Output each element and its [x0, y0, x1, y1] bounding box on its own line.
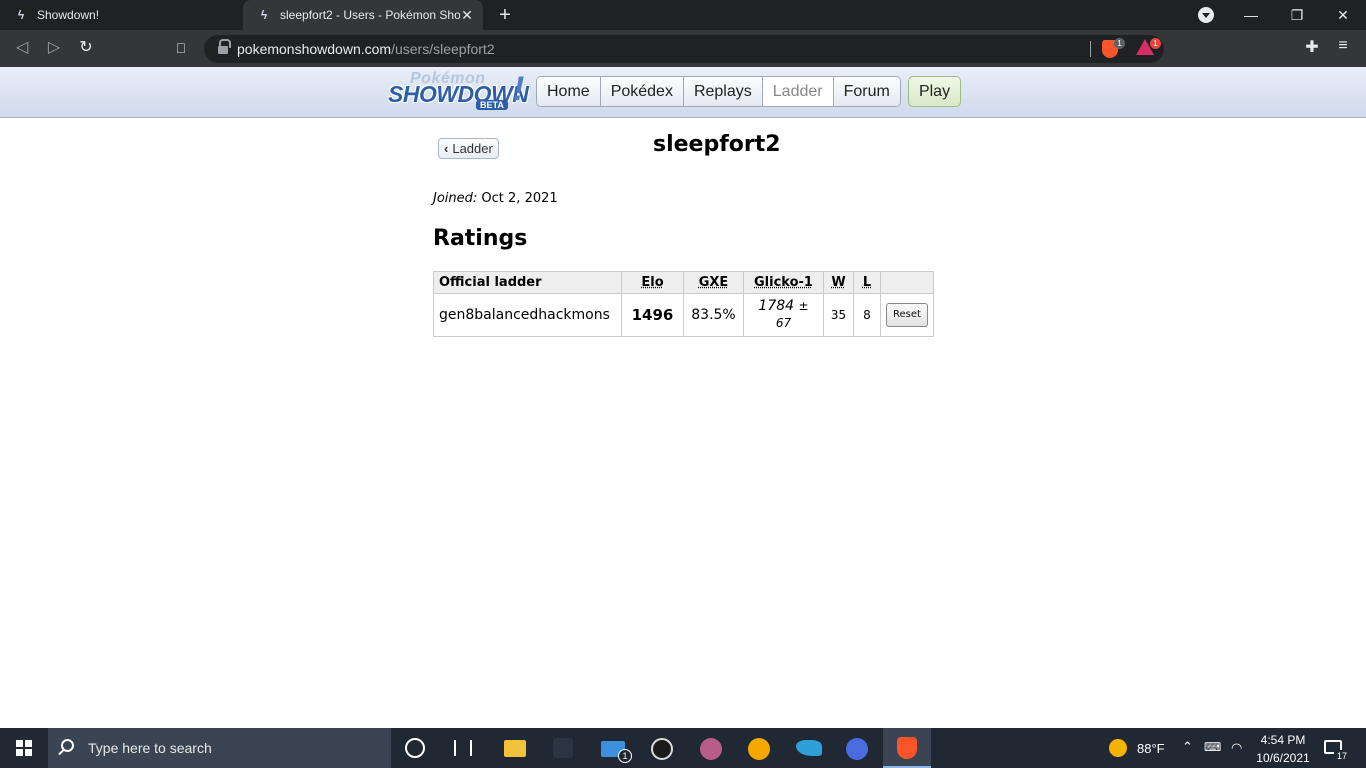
browser-tabstrip: ϟ Showdown! ϟ sleepfort2 - Users - Pokém… — [0, 0, 1366, 30]
extensions-puzzle-icon[interactable]: ✚ — [1303, 37, 1321, 56]
ratings-heading: Ratings — [433, 226, 528, 251]
nav-pokedex[interactable]: Pokédex — [599, 77, 683, 106]
col-wins: W — [823, 271, 854, 294]
table-row: gen8balancedhackmons 1496 83.5% 1784 ± 6… — [433, 293, 934, 337]
lock-icon[interactable] — [218, 39, 231, 54]
wins-cell: 35 — [823, 293, 854, 337]
main-nav: Home Pokédex Replays Ladder Forum — [536, 76, 901, 107]
nav-replays[interactable]: Replays — [682, 77, 762, 106]
wifi-icon[interactable]: ◠ — [1231, 740, 1242, 756]
glicko-cell: 1784 ± 67 — [743, 293, 824, 337]
glicko-rating: 1784 — [758, 298, 795, 314]
format-cell: gen8balancedhackmons — [433, 293, 622, 337]
tab-title: Showdown! — [37, 8, 100, 22]
taskbar-brave-active[interactable] — [883, 728, 931, 768]
losses-cell: 8 — [853, 293, 881, 337]
gxe-cell: 83.5% — [683, 293, 744, 337]
restore-icon[interactable]: ❐ — [1274, 0, 1320, 30]
joined-info: Joined: Oct 2, 2021 — [433, 191, 558, 206]
action-cell: Reset — [880, 293, 934, 337]
weather-temp[interactable]: 88°F — [1137, 741, 1165, 756]
clock-date[interactable]: 10/6/2021 — [1255, 751, 1311, 765]
bookmark-icon[interactable]: ⎕ — [170, 37, 192, 59]
omnibox-separator — [1090, 41, 1091, 57]
nav-home[interactable]: Home — [537, 77, 600, 106]
close-tab-icon[interactable]: ✕ — [459, 7, 475, 23]
obs-icon[interactable] — [651, 738, 673, 760]
task-view-icon[interactable] — [454, 740, 472, 756]
tab-search-icon[interactable] — [1198, 7, 1214, 23]
rewards-count-badge: 1 — [1150, 38, 1161, 49]
minimize-icon[interactable]: — — [1228, 0, 1274, 30]
browser-tab-showdown[interactable]: ϟ Showdown! — [0, 0, 242, 30]
network-ime-icon[interactable]: ⌨ — [1204, 740, 1221, 754]
col-elo: Elo — [621, 271, 684, 294]
table-header-row: Official ladder Elo GXE Glicko-1 W L — [433, 271, 934, 294]
play-button[interactable]: Play — [908, 76, 961, 107]
new-tab-icon[interactable]: + — [494, 4, 516, 26]
mail-badge: 1 — [618, 749, 632, 763]
discord-icon[interactable] — [846, 738, 868, 760]
brave-browser-icon — [897, 737, 917, 759]
file-explorer-icon[interactable] — [504, 740, 526, 757]
col-official-ladder: Official ladder — [433, 271, 622, 294]
showdown-favicon-icon: ϟ — [17, 8, 25, 22]
back-to-ladder-button[interactable]: ‹ Ladder — [438, 138, 499, 159]
windows-start-icon[interactable] — [16, 740, 32, 756]
search-icon — [61, 739, 74, 752]
forward-arrow-icon[interactable]: ▷ — [43, 37, 65, 59]
search-placeholder: Type here to search — [88, 740, 212, 756]
coin-app-icon[interactable] — [748, 738, 770, 760]
url-text[interactable]: pokemonshowdown.com/users/sleepfort2 — [237, 41, 495, 57]
showdown-logo[interactable]: Pokémon SHOWDOWN BETA ! — [388, 70, 533, 115]
browser-tab-user-page[interactable]: ϟ sleepfort2 - Users - Pokémon Showdown!… — [243, 0, 483, 30]
nav-forum[interactable]: Forum — [832, 77, 900, 106]
reset-button[interactable]: Reset — [886, 303, 928, 327]
ratings-table: Official ladder Elo GXE Glicko-1 W L gen… — [433, 271, 934, 337]
address-bar[interactable]: pokemonshowdown.com/users/sleepfort2 1 1 — [204, 35, 1164, 63]
taskbar-search[interactable]: Type here to search — [48, 728, 391, 768]
pinned-app-icon[interactable] — [553, 738, 573, 758]
elo-cell: 1496 — [621, 293, 684, 337]
cortana-icon[interactable] — [405, 738, 425, 758]
col-glicko: Glicko-1 — [743, 271, 824, 294]
nav-ladder[interactable]: Ladder — [761, 77, 833, 106]
reload-icon[interactable]: ↻ — [75, 37, 97, 59]
back-label: Ladder — [452, 141, 493, 156]
shield-count-badge: 1 — [1114, 38, 1125, 49]
col-losses: L — [853, 271, 881, 294]
tray-chevron-up-icon[interactable]: ⌃ — [1182, 739, 1193, 755]
col-actions — [880, 271, 934, 294]
page-title: sleepfort2 — [653, 132, 781, 157]
paint-icon[interactable] — [700, 738, 722, 760]
chevron-left-icon: ‹ — [444, 141, 449, 156]
weather-sun-icon[interactable] — [1109, 739, 1127, 757]
browser-menu-icon[interactable]: ≡ — [1334, 37, 1352, 55]
joined-date: Oct 2, 2021 — [481, 191, 558, 206]
back-arrow-icon[interactable]: ◁ — [11, 37, 33, 59]
clock-time[interactable]: 4:54 PM — [1258, 733, 1308, 747]
joined-label: Joined: — [433, 191, 478, 206]
close-window-icon[interactable]: ✕ — [1320, 0, 1366, 30]
showdown-favicon-icon: ϟ — [260, 8, 268, 22]
window-controls: — ❐ ✕ — [1228, 0, 1366, 30]
col-gxe: GXE — [683, 271, 744, 294]
tab-title: sleepfort2 - Users - Pokémon Showdown! — [280, 8, 460, 22]
notification-count: 17 — [1334, 750, 1350, 763]
